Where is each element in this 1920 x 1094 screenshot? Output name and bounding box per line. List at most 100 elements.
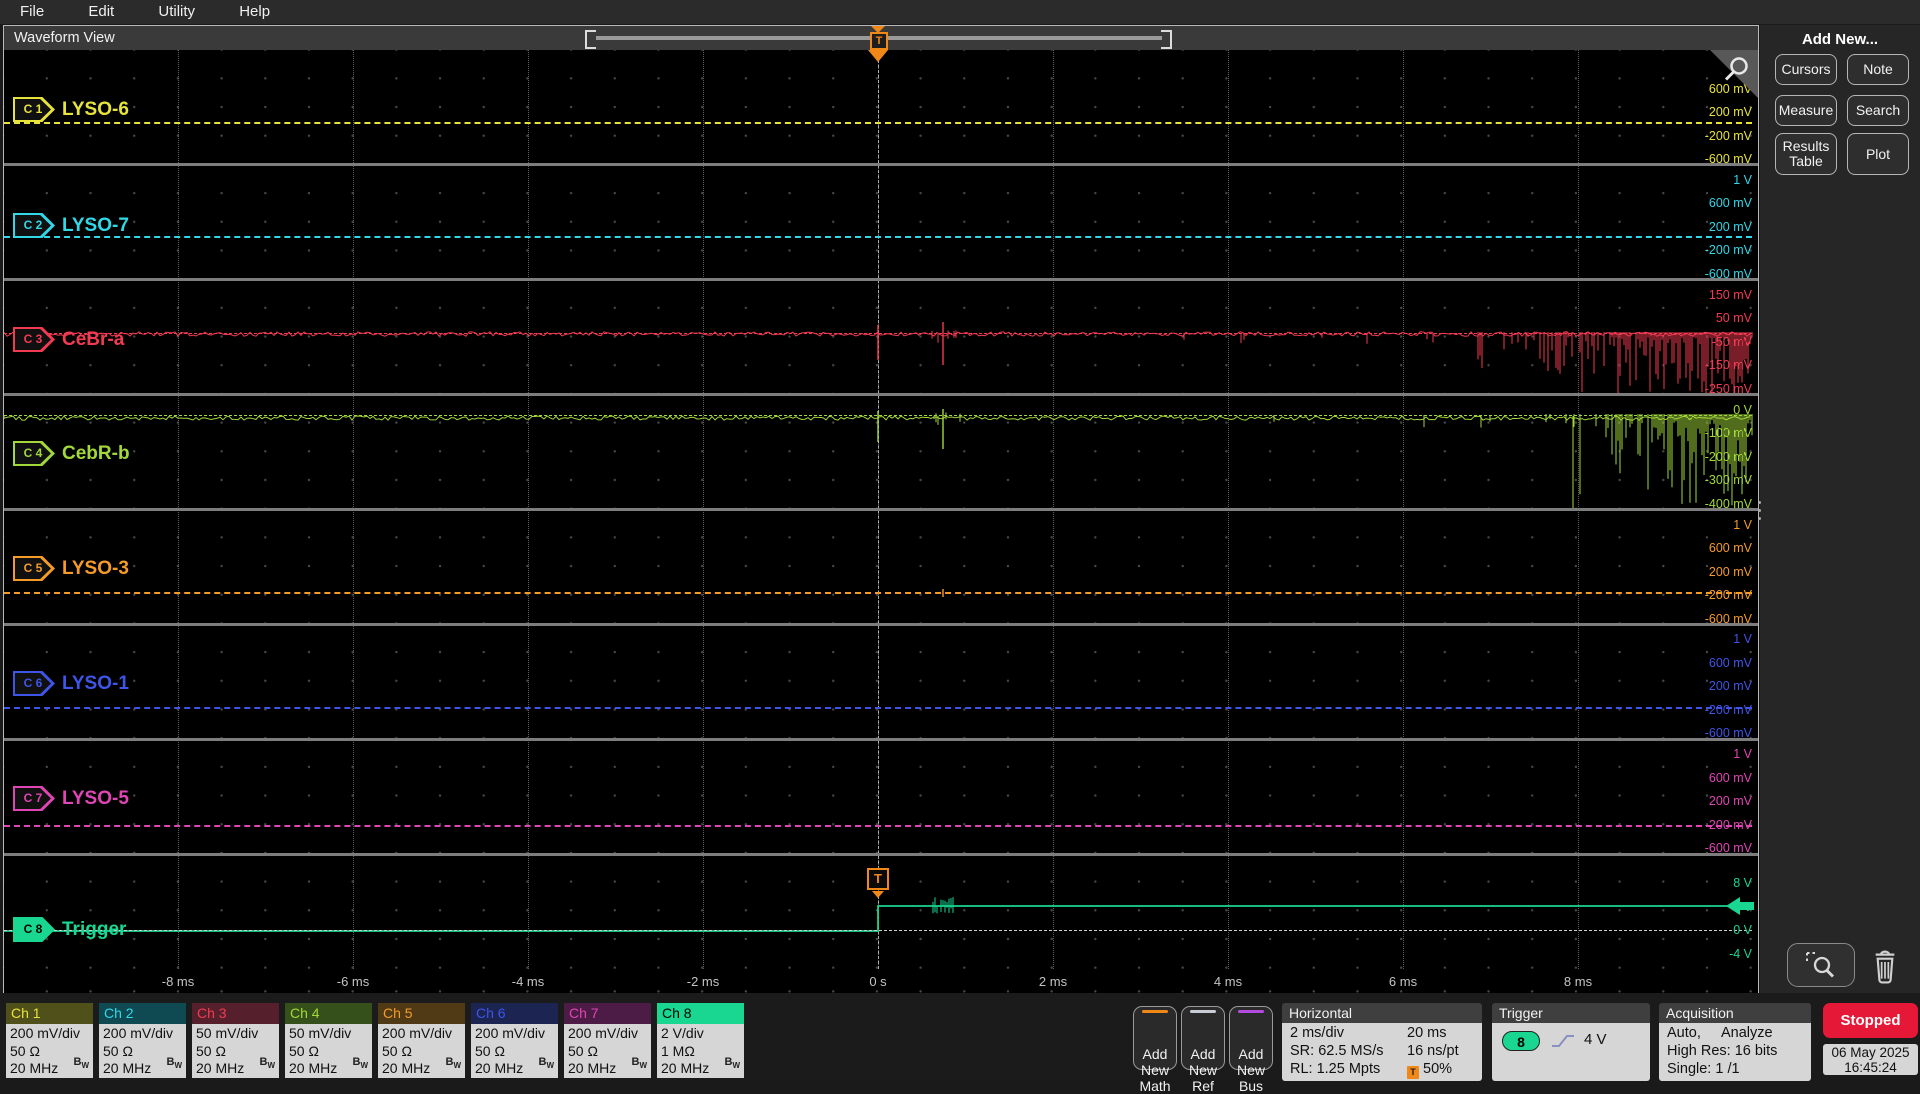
trash-button[interactable]	[1862, 945, 1908, 987]
channel-name-label[interactable]: CeBr-a	[62, 326, 124, 353]
axis-tick-label: -100 mV	[1705, 426, 1752, 440]
axis-tick-label: 200 mV	[1709, 679, 1752, 693]
zoom-tool-button[interactable]	[1787, 943, 1855, 987]
channel-settings-body: 200 mV/div50 Ω20 MHzBW	[6, 1024, 93, 1078]
horizontal-resolution: 16 ns/pt	[1407, 1043, 1459, 1059]
channel-settings-card[interactable]: Ch 6200 mV/div50 Ω20 MHzBW	[471, 1003, 558, 1078]
axis-tick-label: -250 mV	[1705, 382, 1752, 396]
axis-tick-label: 8 V	[1733, 876, 1752, 890]
trash-icon	[1869, 948, 1901, 984]
note-button[interactable]: Note	[1847, 54, 1909, 85]
axis-tick-label: -4 V	[1729, 947, 1752, 961]
menu-help[interactable]: Help	[239, 0, 270, 24]
axis-tick-label: -200 mV	[1705, 129, 1752, 143]
channel-settings-card[interactable]: Ch 7200 mV/div50 Ω20 MHzBW	[564, 1003, 651, 1078]
channel-baseline	[4, 592, 1752, 594]
horizontal-title: Horizontal	[1282, 1003, 1482, 1023]
bandwidth-limit-icon: BW	[445, 1054, 461, 1075]
channel-settings-title: Ch 7	[564, 1003, 651, 1024]
add-new-bus-button[interactable]: Add New Bus	[1229, 1006, 1273, 1070]
waveform-traces	[4, 50, 1758, 969]
run-stop-status-button[interactable]: Stopped	[1823, 1003, 1918, 1038]
tab-waveform-view[interactable]: Waveform View	[14, 26, 115, 50]
trigger-mini-icon: T	[1407, 1066, 1419, 1079]
bandwidth-limit-icon: BW	[724, 1054, 740, 1075]
axis-tick-label: -200 mV	[1705, 703, 1752, 717]
waveform-trace	[932, 330, 1752, 393]
axis-tick-label: 0 V	[1733, 403, 1752, 417]
channel-settings-title: Ch 2	[99, 1003, 186, 1024]
waveform-trace	[4, 416, 1750, 420]
channel-badge-fill: C 6	[15, 673, 51, 694]
trigger-level-arrow-tail	[1740, 902, 1754, 910]
horizontal-scale: 2 ms/div	[1290, 1025, 1344, 1041]
channel-scale: 50 mV/div	[196, 1025, 275, 1043]
channel-name-label[interactable]: LYSO-5	[62, 785, 129, 812]
menu-edit[interactable]: Edit	[88, 0, 114, 24]
channel-settings-card[interactable]: Ch 350 mV/div50 Ω20 MHzBW	[192, 1003, 279, 1078]
channel-settings-card[interactable]: Ch 5200 mV/div50 Ω20 MHzBW	[378, 1003, 465, 1078]
axis-tick-label: 1 V	[1733, 173, 1752, 187]
channel-name-label[interactable]: CebR-b	[62, 440, 130, 467]
bus-accent	[1238, 1010, 1264, 1013]
ground-reference-line	[4, 930, 1752, 931]
results-table-button[interactable]: Results Table	[1775, 133, 1837, 175]
trigger-panel[interactable]: Trigger 8 4 V	[1492, 1003, 1650, 1081]
axis-tick-label: -150 mV	[1705, 358, 1752, 372]
bandwidth-limit-icon: BW	[166, 1054, 182, 1075]
acquisition-mode: Auto,	[1667, 1025, 1701, 1041]
channel-badge-fill: C 7	[15, 788, 51, 809]
channel-name-label[interactable]: LYSO-6	[62, 96, 129, 123]
channel-settings-card[interactable]: Ch 2200 mV/div50 Ω20 MHzBW	[99, 1003, 186, 1078]
trigger-event-icon[interactable]: T	[867, 868, 889, 890]
trigger-title: Trigger	[1492, 1003, 1650, 1023]
axis-tick-label: 1 V	[1733, 747, 1752, 761]
axis-tick-label: -200 mV	[1705, 588, 1752, 602]
add-new-title: Add New...	[1773, 31, 1907, 48]
trigger-overview-icon[interactable]: T	[870, 32, 888, 50]
axis-tick-label: 600 mV	[1709, 771, 1752, 785]
channel-settings-card[interactable]: Ch 82 V/div1 MΩ20 MHzBW	[657, 1003, 744, 1078]
menu-file[interactable]: File	[20, 0, 44, 24]
acquisition-panel[interactable]: Acquisition Auto, Analyze High Res: 16 b…	[1659, 1003, 1811, 1081]
axis-tick-label: 150 mV	[1709, 288, 1752, 302]
datetime-display: 06 May 2025 16:45:24	[1823, 1044, 1918, 1075]
axis-tick-label: 200 mV	[1709, 220, 1752, 234]
plot-button[interactable]: Plot	[1847, 133, 1909, 175]
channel-settings-body: 2 V/div1 MΩ20 MHzBW	[657, 1024, 744, 1078]
channel-name-label[interactable]: LYSO-7	[62, 212, 129, 239]
time-axis-label: 0 s	[848, 974, 908, 989]
axis-tick-label: 1 V	[1733, 632, 1752, 646]
waveform-plot[interactable]: 600 mV200 mV-200 mV-600 mVC 1LYSO-61 V60…	[4, 50, 1758, 969]
channel-badge-fill: C 2	[15, 215, 51, 236]
search-button[interactable]: Search	[1847, 95, 1909, 126]
axis-tick-label: -200 mV	[1705, 243, 1752, 257]
acquisition-single: Single: 1 /1	[1667, 1061, 1740, 1077]
magnifier-corner-icon[interactable]	[1710, 50, 1758, 103]
channel-badge-fill: C 5	[15, 558, 51, 579]
channel-baseline	[4, 236, 1752, 238]
add-new-math-button[interactable]: Add New Math	[1133, 1006, 1177, 1070]
trigger-level-arrow-icon	[1726, 897, 1740, 915]
add-new-ref-button[interactable]: Add New Ref	[1181, 1006, 1225, 1070]
axis-tick-label: -400 mV	[1705, 497, 1752, 511]
date-label: 06 May 2025	[1823, 1045, 1918, 1060]
panel-splitter-handle[interactable]	[1755, 496, 1763, 524]
measure-button[interactable]: Measure	[1775, 95, 1837, 126]
channel-name-label[interactable]: Trigger	[62, 916, 126, 943]
menu-utility[interactable]: Utility	[158, 0, 195, 24]
channel-badge-fill: C 3	[15, 329, 51, 350]
axis-tick-label: -600 mV	[1705, 612, 1752, 626]
channel-name-label[interactable]: LYSO-1	[62, 670, 129, 697]
channel-settings-card[interactable]: Ch 1200 mV/div50 Ω20 MHzBW	[6, 1003, 93, 1078]
axis-tick-label: -600 mV	[1705, 152, 1752, 166]
math-accent	[1142, 1010, 1168, 1013]
axis-tick-label: 200 mV	[1709, 794, 1752, 808]
channel-baseline	[4, 415, 1752, 416]
bottom-bar: Ch 1200 mV/div50 Ω20 MHzBWCh 2200 mV/div…	[0, 993, 1920, 1080]
trigger-slope-icon	[1550, 1032, 1576, 1050]
channel-settings-card[interactable]: Ch 450 mV/div50 Ω20 MHzBW	[285, 1003, 372, 1078]
cursors-button[interactable]: Cursors	[1775, 54, 1837, 85]
channel-name-label[interactable]: LYSO-3	[62, 555, 129, 582]
horizontal-panel[interactable]: Horizontal 2 ms/div 20 ms SR: 62.5 MS/s …	[1282, 1003, 1482, 1081]
